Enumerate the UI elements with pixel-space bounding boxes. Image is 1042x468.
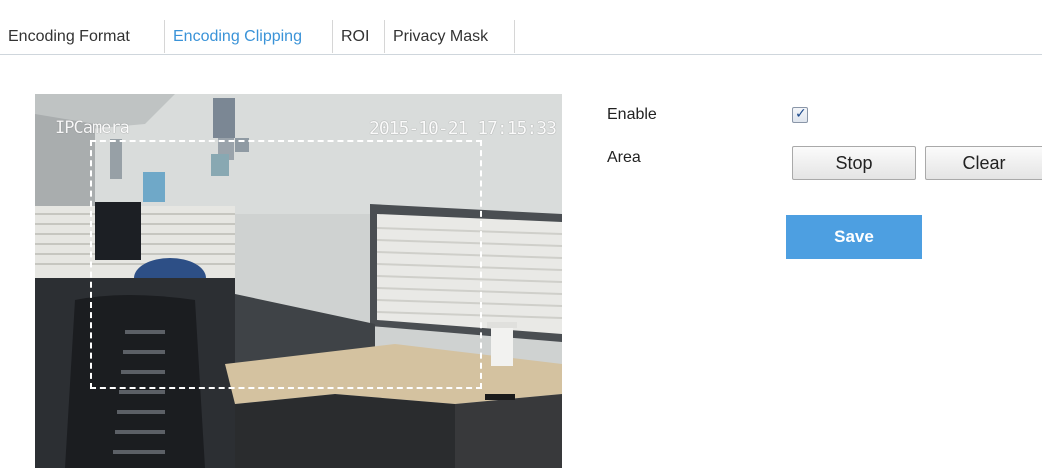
area-label: Area [607,149,641,166]
clipping-area-box[interactable] [90,140,482,389]
save-button[interactable]: Save [786,215,922,259]
tab-encoding-clipping[interactable]: Encoding Clipping [165,20,333,53]
osd-timestamp: 2015-10-21 17:15:33 [369,118,557,139]
clear-button[interactable]: Clear [925,146,1042,180]
enable-checkbox[interactable]: ✓ [792,105,808,123]
checkmark-icon: ✓ [795,105,807,121]
tab-encoding-format[interactable]: Encoding Format [0,20,165,53]
osd-camera-name: IPCamera [55,118,130,138]
enable-label: Enable [607,106,657,123]
stop-button[interactable]: Stop [792,146,916,180]
tab-bar: Encoding Format Encoding Clipping ROI Pr… [0,10,1042,55]
tab-privacy-mask[interactable]: Privacy Mask [385,20,515,53]
tab-roi[interactable]: ROI [333,20,385,53]
video-preview[interactable]: IPCamera 2015-10-21 17:15:33 [35,94,562,468]
